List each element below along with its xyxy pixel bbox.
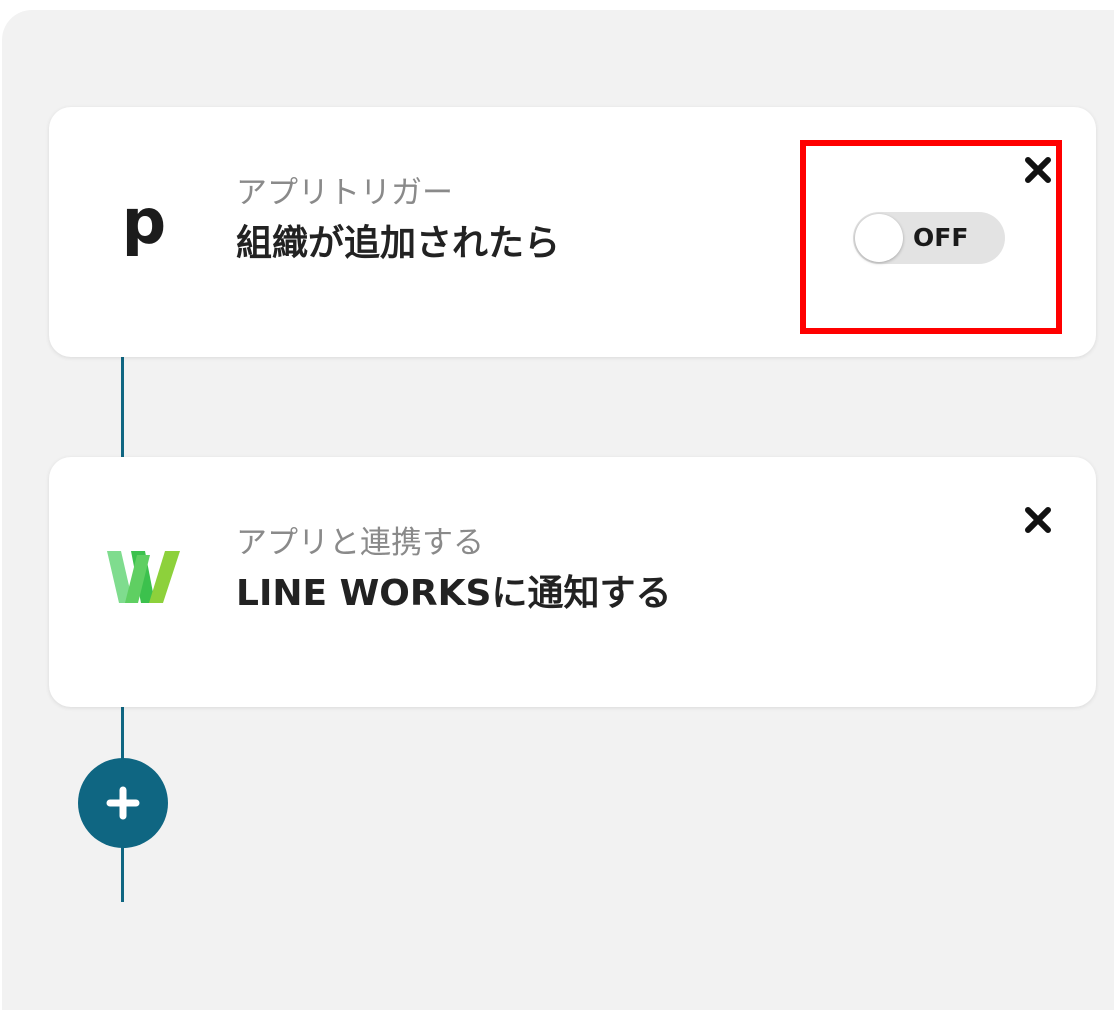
trigger-step-text: アプリトリガー 組織が追加されたら: [236, 175, 560, 265]
step-title: 組織が追加されたら: [236, 223, 561, 265]
close-icon[interactable]: [1020, 502, 1056, 538]
step-title: LINE WORKSに通知する: [236, 573, 672, 615]
action-step-card[interactable]: アプリと連携する LINE WORKSに通知する: [49, 457, 1096, 707]
trigger-step-card[interactable]: p アプリトリガー 組織が追加されたら OFF: [49, 107, 1096, 357]
trigger-toggle-switch[interactable]: OFF: [853, 212, 1005, 264]
pipedrive-logo-icon: p: [104, 187, 184, 267]
close-icon[interactable]: [1020, 152, 1056, 188]
line-works-logo-icon: [104, 537, 184, 617]
step-type-label: アプリと連携する: [236, 525, 484, 561]
plus-icon: [106, 786, 140, 820]
toggle-state-label: OFF: [913, 223, 969, 252]
toggle-knob: [855, 214, 903, 262]
action-step-text: アプリと連携する LINE WORKSに通知する: [236, 525, 671, 615]
pipedrive-logo-letter: p: [121, 185, 167, 258]
flow-connector-line: [121, 357, 124, 457]
step-type-label: アプリトリガー: [236, 175, 453, 211]
add-step-button[interactable]: [78, 758, 168, 848]
